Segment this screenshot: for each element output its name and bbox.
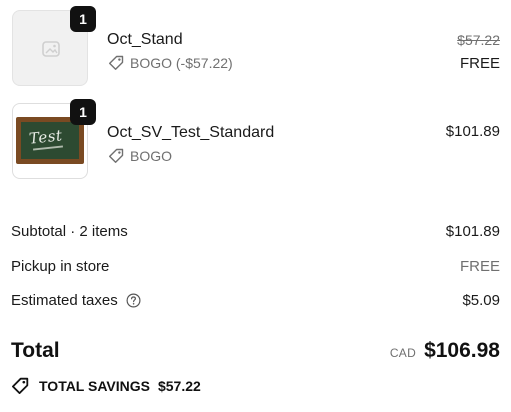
subtotal-value: $101.89 bbox=[445, 222, 500, 240]
taxes-value: $5.09 bbox=[462, 291, 500, 309]
shipping-row: Pickup in store FREE bbox=[11, 256, 500, 276]
taxes-label: Estimated taxes bbox=[11, 291, 118, 309]
total-label: Total bbox=[11, 339, 60, 362]
total-savings: TOTAL SAVINGS $57.22 bbox=[11, 376, 201, 396]
discount-text: BOGO bbox=[130, 148, 173, 164]
quantity-badge: 1 bbox=[70, 99, 96, 125]
discount-label: BOGO bbox=[108, 148, 172, 164]
product-name: Oct_Stand bbox=[107, 31, 183, 48]
taxes-label-group: Estimated taxes bbox=[11, 292, 141, 309]
order-summary: 1 Oct_Stand BOGO (-$57.22) $57.22 FREE T… bbox=[0, 0, 511, 412]
placeholder-image-icon bbox=[42, 41, 60, 57]
shipping-label: Pickup in store bbox=[11, 257, 110, 275]
subtotal-row: Subtotal · 2 items $101.89 bbox=[11, 221, 500, 241]
question-circle-icon[interactable] bbox=[126, 292, 141, 308]
line-item: 1 Oct_Stand BOGO (-$57.22) $57.22 FREE bbox=[0, 6, 511, 92]
savings-label: TOTAL SAVINGS bbox=[39, 378, 150, 394]
tag-icon bbox=[109, 55, 124, 70]
original-price: $57.22 bbox=[457, 32, 500, 48]
line-item: Test 1 Oct_SV_Test_Standard BOGO $101.89 bbox=[0, 99, 511, 185]
total-row: Total CAD $106.98 bbox=[11, 336, 500, 366]
shipping-value: FREE bbox=[459, 257, 500, 275]
item-price: FREE bbox=[459, 55, 500, 72]
taxes-row: Estimated taxes $5.09 bbox=[11, 290, 500, 310]
tag-icon bbox=[12, 377, 29, 394]
image-text: Test bbox=[28, 126, 64, 148]
savings-amount: $57.22 bbox=[157, 378, 201, 394]
quantity-badge: 1 bbox=[70, 6, 96, 32]
subtotal-label: Subtotal · 2 items bbox=[11, 222, 128, 240]
product-name: Oct_SV_Test_Standard bbox=[107, 124, 275, 141]
currency-code: CAD bbox=[389, 345, 417, 360]
tag-icon bbox=[109, 148, 124, 163]
item-price: $101.89 bbox=[445, 123, 500, 140]
total-amount: $106.98 bbox=[424, 339, 500, 362]
total-value-group: CAD $106.98 bbox=[390, 339, 500, 363]
discount-label: BOGO (-$57.22) bbox=[108, 55, 233, 71]
discount-text: BOGO (-$57.22) bbox=[130, 55, 233, 71]
